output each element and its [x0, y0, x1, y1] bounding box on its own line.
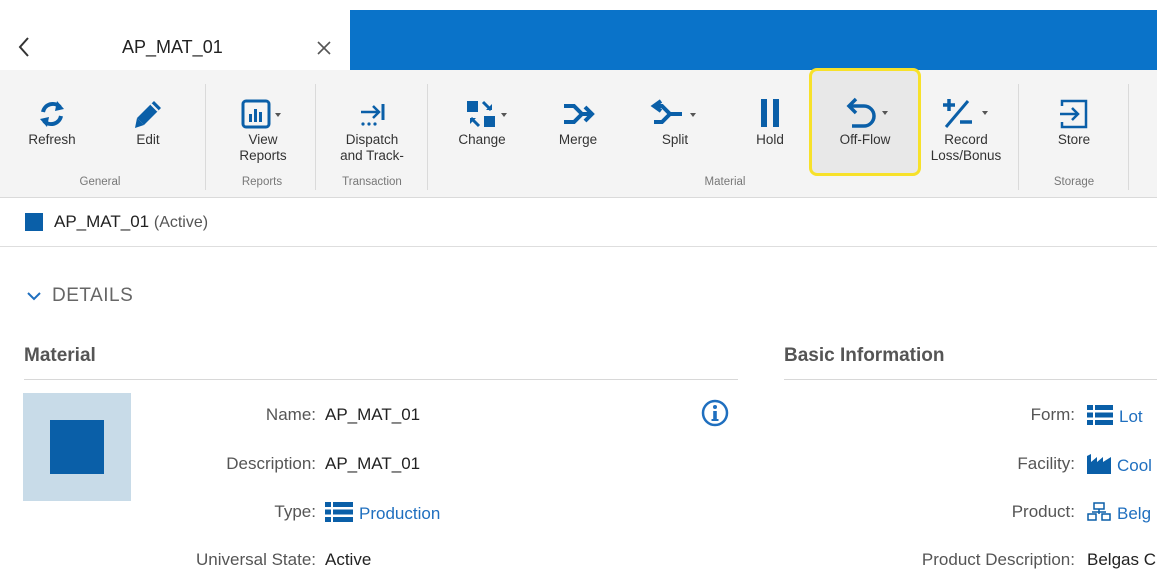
section-divider: [24, 379, 738, 380]
split-label: Split: [661, 132, 689, 147]
merge-icon: [564, 104, 595, 124]
group-separator: [315, 84, 316, 190]
product-description-label: Product Description:: [921, 550, 1075, 569]
undo-arrow-icon: [846, 97, 888, 128]
hold-label: Hold: [756, 132, 784, 147]
name-label: Name:: [265, 405, 316, 424]
facility-link[interactable]: Cool: [1087, 454, 1152, 476]
group-label-general: General: [79, 176, 121, 188]
refresh-label: Refresh: [28, 132, 76, 147]
dispatch-icon: [361, 104, 385, 126]
form-value: Lot: [1119, 407, 1143, 426]
edit-label: Edit: [136, 132, 160, 147]
details-toggle[interactable]: DETAILS: [26, 285, 133, 307]
tab-strip-background: [350, 10, 1157, 70]
product-link[interactable]: Belg: [1087, 502, 1151, 524]
dispatch-label: Dispatch and Track-: [340, 132, 404, 163]
material-square-icon: [25, 213, 43, 231]
product-description-value: Belgas C: [1087, 550, 1156, 569]
type-label: Type:: [274, 502, 316, 521]
section-divider: [784, 379, 1157, 380]
report-chart-icon: [241, 99, 281, 129]
tab-title: AP_MAT_01: [122, 37, 223, 57]
material-section-title: Material: [24, 345, 96, 366]
off-flow-label: Off-Flow: [839, 132, 891, 147]
tab-bar: AP_MAT_01: [0, 0, 1157, 70]
plus-minus-icon: [943, 99, 988, 128]
ribbon-toolbar: Refresh Edit General View Reports Report…: [0, 68, 1157, 198]
form-label: Form:: [1030, 405, 1075, 424]
chevron-down-icon: [27, 292, 41, 301]
change-button[interactable]: Change: [440, 70, 524, 182]
details-label: DETAILS: [52, 285, 134, 306]
back-chevron-icon[interactable]: [14, 32, 34, 62]
description-label: Description:: [226, 454, 316, 473]
info-icon[interactable]: [700, 398, 730, 428]
store-button[interactable]: Store: [1036, 70, 1112, 182]
description-value: AP_MAT_01: [325, 454, 421, 473]
entity-header: AP_MAT_01 (Active): [0, 198, 1157, 247]
factory-icon: [1087, 454, 1111, 474]
product-value: Belg: [1117, 504, 1152, 523]
change-icon: [467, 100, 507, 128]
facility-label: Facility:: [1017, 454, 1075, 473]
type-link[interactable]: Production: [325, 502, 440, 524]
group-label-transaction: Transaction: [342, 176, 402, 188]
facility-value: Cool: [1117, 456, 1152, 475]
record-loss-bonus-button[interactable]: Record Loss/Bonus: [918, 70, 1014, 182]
group-separator: [1128, 84, 1129, 190]
merge-button[interactable]: Merge: [540, 70, 616, 182]
product-icon: [1087, 502, 1111, 521]
store-icon: [1060, 99, 1088, 129]
group-separator: [1018, 84, 1019, 190]
pause-icon: [761, 99, 779, 127]
refresh-icon: [40, 101, 64, 127]
list-icon: [325, 502, 353, 522]
name-value: AP_MAT_01: [325, 405, 421, 424]
type-value: Production: [359, 504, 441, 523]
material-square-icon: [50, 420, 104, 474]
list-icon: [1087, 405, 1113, 425]
tab-ap-mat-01[interactable]: AP_MAT_01: [0, 10, 350, 70]
material-thumbnail: [23, 393, 131, 501]
store-label: Store: [1057, 132, 1091, 147]
basic-info-section-title: Basic Information: [784, 345, 945, 366]
edit-button[interactable]: Edit: [112, 70, 184, 182]
refresh-button[interactable]: Refresh: [16, 70, 88, 182]
close-icon[interactable]: [313, 34, 335, 60]
off-flow-button[interactable]: Off-Flow: [812, 70, 918, 182]
record-label: Record Loss/Bonus: [930, 132, 1002, 163]
entity-title: AP_MAT_01 (Active): [54, 212, 208, 232]
hold-button[interactable]: Hold: [734, 70, 806, 182]
merge-label: Merge: [558, 132, 598, 147]
split-icon: [650, 99, 696, 124]
universal-state-value: Active: [325, 550, 372, 569]
group-label-reports: Reports: [241, 176, 283, 188]
change-label: Change: [458, 132, 506, 147]
entity-name: AP_MAT_01: [54, 212, 150, 231]
universal-state-label: Universal State:: [196, 550, 316, 569]
view-reports-button[interactable]: View Reports: [218, 70, 308, 182]
entity-status: (Active): [153, 214, 209, 231]
group-label-storage: Storage: [1053, 176, 1095, 188]
form-link[interactable]: Lot: [1087, 405, 1143, 427]
product-label: Product:: [1011, 502, 1075, 521]
group-label-material: Material: [704, 176, 746, 188]
group-separator: [205, 84, 206, 190]
pencil-icon: [135, 101, 161, 128]
split-button[interactable]: Split: [632, 70, 718, 182]
dispatch-and-track-button[interactable]: Dispatch and Track-: [322, 70, 422, 182]
group-separator: [427, 84, 428, 190]
view-reports-label: View Reports: [239, 132, 287, 163]
